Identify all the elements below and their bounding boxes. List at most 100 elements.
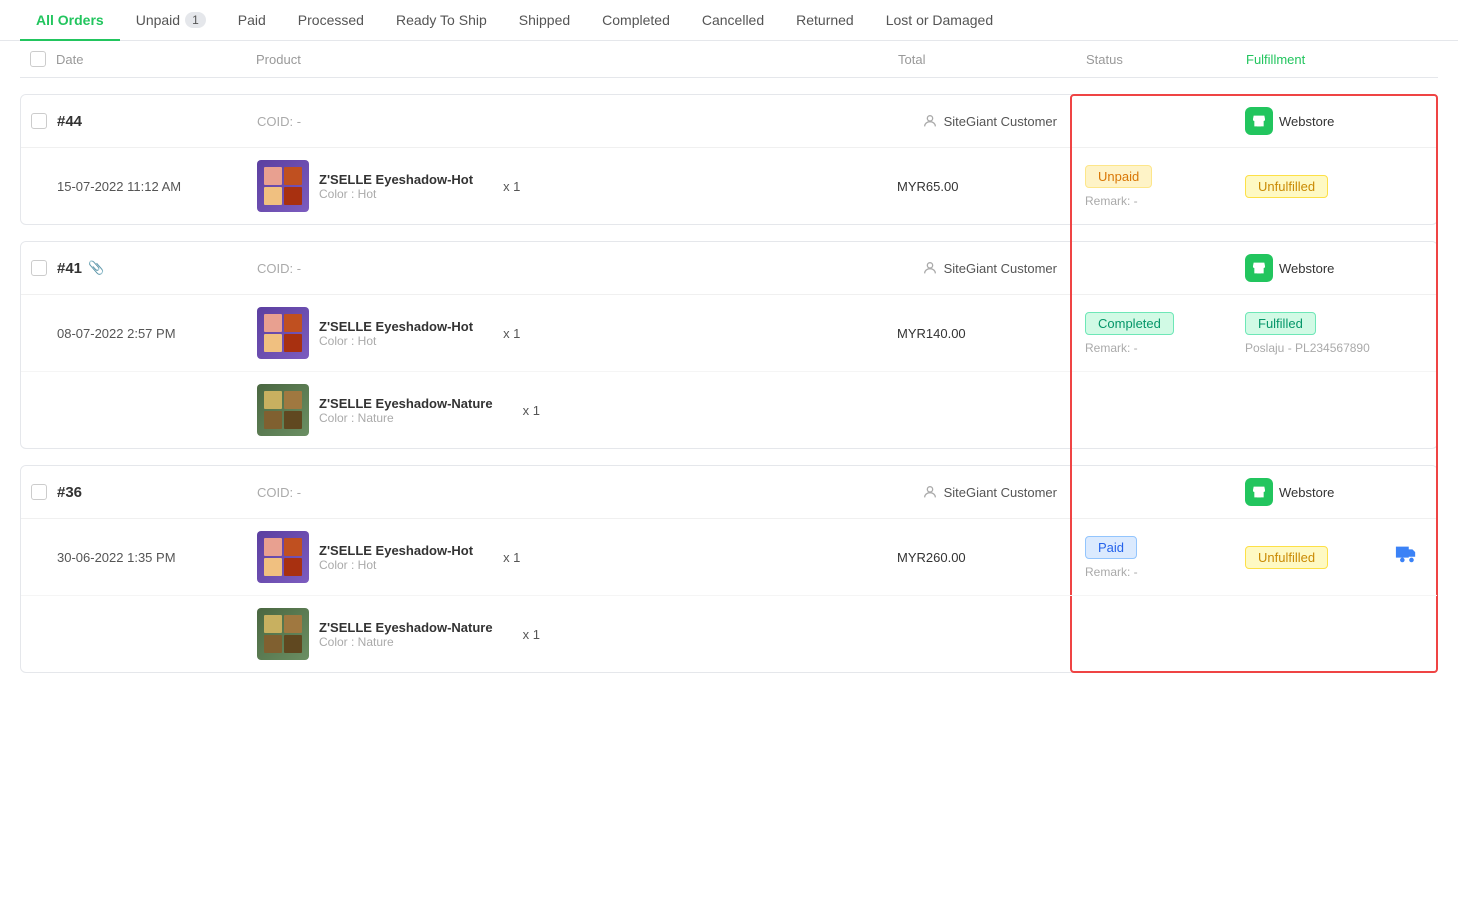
payment-status-badge: Completed [1085, 312, 1174, 335]
qty-price-cell: MYR140.00 [897, 326, 1077, 341]
product-name: Z'SELLE Eyeshadow-Nature [319, 620, 493, 635]
customer-info: SiteGiant Customer [897, 113, 1077, 129]
webstore-badge: Webstore [1245, 478, 1437, 506]
tab-lost-or-damaged[interactable]: Lost or Damaged [870, 0, 1009, 40]
order-block: #44 COID: - SiteGiant Customer Webstore 15-0… [20, 94, 1438, 225]
order-coid: COID: - [257, 261, 301, 276]
webstore-icon [1245, 254, 1273, 282]
order-remark: Remark: - [1085, 565, 1237, 579]
orders-container: #44 COID: - SiteGiant Customer Webstore 15-0… [20, 94, 1438, 673]
order-date: 08-07-2022 2:57 PM [57, 326, 257, 341]
tab-processed[interactable]: Processed [282, 0, 380, 40]
product-qty: x 1 [503, 550, 520, 565]
product-name: Z'SELLE Eyeshadow-Hot [319, 543, 473, 558]
order-block: #41 📎 COID: - SiteGiant Customer Webstore 08-… [20, 241, 1438, 449]
product-variant: Color : Nature [319, 635, 493, 649]
webstore-icon [1245, 107, 1273, 135]
webstore-label: Webstore [1279, 485, 1334, 500]
webstore-badge: Webstore [1245, 254, 1437, 282]
order-remark: Remark: - [1085, 341, 1237, 355]
customer-info: SiteGiant Customer [897, 260, 1077, 276]
product-qty: x 1 [503, 326, 520, 341]
user-icon [922, 113, 938, 129]
webstore-icon [1245, 478, 1273, 506]
webstore-label: Webstore [1279, 261, 1334, 276]
order-checkbox[interactable] [31, 260, 47, 276]
product-cell: Z'SELLE Eyeshadow-HotColor : Hot x 1 [257, 307, 897, 359]
order-date: 15-07-2022 11:12 AM [57, 179, 257, 194]
tab-unpaid[interactable]: Unpaid1 [120, 0, 222, 40]
table-header: Date Product Total Status Fulfillment [20, 41, 1438, 78]
tab-cancelled[interactable]: Cancelled [686, 0, 780, 40]
product-cell: Z'SELLE Eyeshadow-NatureColor : Nature x … [257, 384, 897, 436]
order-item-row: 15-07-2022 11:12 AMZ'SELLE Eyeshadow-Hot… [21, 148, 1437, 224]
order-item-row: Z'SELLE Eyeshadow-NatureColor : Nature x … [21, 596, 1437, 672]
order-price: MYR140.00 [897, 326, 966, 341]
header-status: Status [1078, 52, 1238, 67]
order-id: #41 [57, 260, 82, 277]
tab-ready-to-ship[interactable]: Ready To Ship [380, 0, 503, 40]
order-coid: COID: - [257, 485, 301, 500]
order-checkbox[interactable] [31, 113, 47, 129]
product-thumbnail [257, 608, 309, 660]
order-header-row: #41 📎 COID: - SiteGiant Customer Webstore [21, 242, 1437, 295]
order-price: MYR65.00 [897, 179, 958, 194]
header-fulfillment: Fulfillment [1238, 52, 1438, 67]
product-variant: Color : Hot [319, 558, 473, 572]
payment-status-badge: Unpaid [1085, 165, 1152, 188]
select-all-checkbox[interactable] [30, 51, 46, 67]
user-icon [922, 484, 938, 500]
fulfillment-status-cell: Unfulfilled [1237, 175, 1437, 198]
tabs-navigation: All OrdersUnpaid1PaidProcessedReady To S… [0, 0, 1458, 41]
status-cell: Unpaid Remark: - [1077, 165, 1237, 208]
fulfillment-status-badge: Unfulfilled [1245, 175, 1328, 198]
header-date: Date [56, 52, 256, 67]
order-id: #36 [57, 484, 82, 501]
order-remark: Remark: - [1085, 194, 1237, 208]
status-cell: Completed Remark: - [1077, 312, 1237, 355]
tab-shipped[interactable]: Shipped [503, 0, 586, 40]
product-qty: x 1 [523, 403, 540, 418]
webstore-label: Webstore [1279, 114, 1334, 129]
product-variant: Color : Hot [319, 334, 473, 348]
customer-name: SiteGiant Customer [944, 114, 1057, 129]
product-name: Z'SELLE Eyeshadow-Hot [319, 319, 473, 334]
header-total: Total [898, 52, 1078, 67]
customer-name: SiteGiant Customer [944, 261, 1057, 276]
order-item-row: 08-07-2022 2:57 PMZ'SELLE Eyeshadow-HotC… [21, 295, 1437, 372]
order-coid: COID: - [257, 114, 301, 129]
user-icon [922, 260, 938, 276]
tab-returned[interactable]: Returned [780, 0, 870, 40]
order-price: MYR260.00 [897, 550, 966, 565]
order-checkbox[interactable] [31, 484, 47, 500]
tab-paid[interactable]: Paid [222, 0, 282, 40]
qty-price-cell: MYR260.00 [897, 550, 1077, 565]
product-cell: Z'SELLE Eyeshadow-HotColor : Hot x 1 [257, 531, 897, 583]
product-thumbnail [257, 384, 309, 436]
product-cell: Z'SELLE Eyeshadow-HotColor : Hotx 1 [257, 160, 897, 212]
tab-all-orders[interactable]: All Orders [20, 0, 120, 40]
truck-icon [1387, 545, 1417, 569]
order-header-row: #36 COID: - SiteGiant Customer Webstore [21, 466, 1437, 519]
order-header-row: #44 COID: - SiteGiant Customer Webstore [21, 95, 1437, 148]
tracking-number: Poslaju - PL234567890 [1245, 341, 1437, 355]
status-cell: PaidRemark: - [1077, 536, 1237, 579]
order-item-row: Z'SELLE Eyeshadow-NatureColor : Nature x … [21, 372, 1437, 448]
qty-price-cell: MYR65.00 [897, 179, 1077, 194]
order-id: #44 [57, 113, 82, 130]
product-cell: Z'SELLE Eyeshadow-NatureColor : Nature x … [257, 608, 897, 660]
product-variant: Color : Nature [319, 411, 493, 425]
fulfillment-status-badge: Fulfilled [1245, 312, 1316, 335]
product-thumbnail [257, 307, 309, 359]
product-name: Z'SELLE Eyeshadow-Hot [319, 172, 473, 187]
tab-badge-unpaid: 1 [185, 12, 206, 28]
customer-info: SiteGiant Customer [897, 484, 1077, 500]
order-block: #36COID: -SiteGiant CustomerWebstore30-0… [20, 465, 1438, 673]
attachment-icon: 📎 [88, 260, 104, 276]
product-variant: Color : Hot [319, 187, 473, 201]
product-name: Z'SELLE Eyeshadow-Nature [319, 396, 493, 411]
customer-name: SiteGiant Customer [944, 485, 1057, 500]
product-qty: x 1 [523, 627, 540, 642]
fulfillment-status-cell: Fulfilled Poslaju - PL234567890 [1237, 312, 1437, 355]
tab-completed[interactable]: Completed [586, 0, 686, 40]
